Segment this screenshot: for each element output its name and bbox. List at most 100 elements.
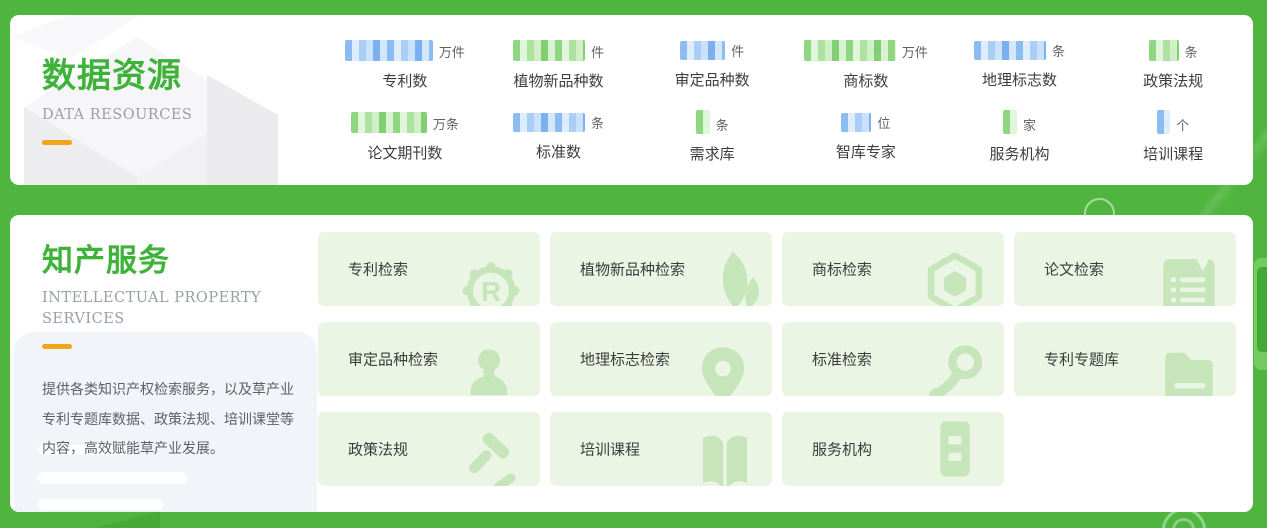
section-subtitle: DATA RESOURCES bbox=[42, 107, 193, 124]
stat-item: 个培训课程 bbox=[1096, 103, 1250, 171]
placeholder-bar bbox=[38, 472, 187, 484]
service-card-magnifier[interactable]: 标准检索 bbox=[782, 322, 1004, 396]
censored-number-mosaic bbox=[350, 111, 427, 133]
data-resources-title-block: 数据资源 DATA RESOURCES bbox=[42, 57, 193, 146]
service-card-label: 标准检索 bbox=[812, 351, 873, 369]
stat-item: 条政策法规 bbox=[1096, 31, 1250, 99]
open-book-icon bbox=[692, 427, 758, 486]
stat-label: 服务机构 bbox=[989, 146, 1050, 163]
censored-number-mosaic bbox=[973, 40, 1046, 60]
ip-services-description: 提供各类知识产权检索服务，以及草产业专利专题库数据、政策法规、培训课堂等内容，高… bbox=[42, 381, 294, 456]
ip-services-panel: 知产服务 INTELLECTUAL PROPERTY SERVICES 提供各类… bbox=[10, 215, 1253, 512]
stat-unit: 条 bbox=[1184, 44, 1198, 60]
stat-label: 培训课程 bbox=[1143, 146, 1204, 163]
section-title: 数据资源 bbox=[42, 57, 182, 95]
service-card-label: 论文检索 bbox=[1044, 261, 1105, 279]
service-card-label: 专利专题库 bbox=[1044, 351, 1120, 369]
censored-number-mosaic bbox=[1157, 110, 1171, 134]
service-card-label: 植物新品种检索 bbox=[580, 261, 686, 279]
stat-unit: 件 bbox=[590, 44, 604, 60]
stat-item: 家服务机构 bbox=[943, 103, 1097, 171]
service-card-building[interactable]: 服务机构 bbox=[782, 412, 1004, 486]
map-pin-icon bbox=[690, 342, 756, 396]
homepage-sections: 数据资源 DATA RESOURCES 万件 专利数件植物新品种数件审定品种数 万件… bbox=[0, 0, 1267, 528]
censored-number-mosaic bbox=[841, 112, 872, 132]
ring-decoration bbox=[1172, 518, 1195, 528]
service-card-label: 培训课程 bbox=[580, 441, 641, 459]
orange-dash-decoration bbox=[42, 343, 72, 349]
censored-number-mosaic bbox=[680, 40, 726, 60]
stat-item: 万件 专利数 bbox=[328, 31, 482, 99]
stat-label: 论文期刊数 bbox=[367, 144, 443, 162]
stat-item: 万条论文期刊数 bbox=[328, 103, 482, 171]
stats-grid: 万件 专利数件植物新品种数件审定品种数 万件 商标数条地理标志数条政策法规 万条 论文期刊… bbox=[328, 31, 1250, 179]
stat-label: 审定品种数 bbox=[674, 71, 750, 89]
building-icon bbox=[922, 416, 988, 482]
stat-item: 件植物新品种数 bbox=[482, 31, 636, 99]
right-edge-tab-inner-decoration bbox=[1257, 267, 1267, 352]
stat-item: 条地理标志数 bbox=[943, 31, 1097, 99]
stat-item: 位智库专家 bbox=[789, 103, 943, 171]
gavel-icon bbox=[458, 430, 524, 486]
stat-label: 标准数 bbox=[535, 143, 581, 161]
stat-unit: 家 bbox=[1022, 118, 1036, 133]
service-card-open-book[interactable]: 培训课程 bbox=[550, 412, 772, 486]
orange-dash-decoration bbox=[42, 140, 72, 146]
magnifier-icon bbox=[924, 342, 990, 396]
service-card-patent-gear[interactable]: 专利检索 R bbox=[318, 232, 540, 306]
stat-label: 需求库 bbox=[689, 146, 735, 163]
stat-label: 政策法规 bbox=[1143, 72, 1204, 90]
stat-label: 植物新品种数 bbox=[513, 72, 604, 90]
service-card-label: 审定品种检索 bbox=[348, 351, 439, 369]
stat-unit: 万件 bbox=[438, 44, 465, 60]
ip-services-title-block: 知产服务 INTELLECTUAL PROPERTY SERVICES bbox=[42, 243, 261, 349]
service-card-label: 地理标志检索 bbox=[580, 351, 671, 369]
stat-unit: 万条 bbox=[432, 116, 459, 132]
stat-unit: 条 bbox=[590, 115, 604, 131]
placeholder-bar bbox=[38, 499, 163, 510]
stat-label: 智库专家 bbox=[835, 143, 896, 161]
stat-unit: 件 bbox=[731, 43, 745, 59]
service-card-folder[interactable]: 专利专题库 bbox=[1014, 322, 1236, 396]
dark-corner-triangle-decoration bbox=[96, 511, 160, 528]
stat-label: 商标数 bbox=[843, 72, 889, 90]
service-card-document-list[interactable]: 论文检索 bbox=[1014, 232, 1236, 306]
patent-gear-icon: R bbox=[458, 254, 524, 306]
censored-number-mosaic bbox=[344, 39, 433, 61]
censored-number-mosaic bbox=[512, 39, 585, 61]
stat-label: 专利数 bbox=[382, 72, 428, 90]
service-card-leaf[interactable]: 植物新品种检索 bbox=[550, 232, 772, 306]
service-card-label: 服务机构 bbox=[812, 441, 873, 459]
data-resources-panel: 数据资源 DATA RESOURCES 万件 专利数件植物新品种数件审定品种数 万件… bbox=[10, 15, 1253, 185]
stat-unit: 条 bbox=[715, 118, 729, 133]
service-card-map-pin[interactable]: 地理标志检索 bbox=[550, 322, 772, 396]
stat-unit: 万件 bbox=[901, 44, 928, 60]
service-cards-grid: 专利检索 R 植物新品种检索 商标检索 论文检索 审定品种检索 地理标志检索 标准… bbox=[318, 232, 1236, 486]
censored-number-mosaic bbox=[1148, 39, 1179, 61]
stat-unit: 位 bbox=[877, 115, 891, 131]
service-card-label: 政策法规 bbox=[348, 441, 409, 459]
stat-item: 条标准数 bbox=[482, 103, 636, 171]
stat-item: 件审定品种数 bbox=[635, 31, 789, 99]
stat-item: 万件 商标数 bbox=[789, 31, 943, 99]
leaf-icon bbox=[698, 248, 764, 306]
svg-text:R: R bbox=[481, 276, 501, 306]
censored-number-mosaic bbox=[512, 112, 585, 132]
service-card-label: 商标检索 bbox=[812, 261, 873, 279]
service-card-hexagon-badge[interactable]: 商标检索 bbox=[782, 232, 1004, 306]
censored-number-mosaic bbox=[695, 110, 710, 134]
stamp-icon bbox=[456, 342, 522, 396]
service-card-stamp[interactable]: 审定品种检索 bbox=[318, 322, 540, 396]
stat-unit: 个 bbox=[1176, 118, 1190, 133]
hexagon-badge-icon bbox=[922, 250, 988, 306]
service-card-label: 专利检索 bbox=[348, 261, 409, 279]
stat-item: 条需求库 bbox=[635, 103, 789, 171]
stat-unit: 条 bbox=[1051, 43, 1065, 59]
censored-number-mosaic bbox=[803, 39, 896, 61]
folder-icon bbox=[1156, 339, 1222, 396]
section-subtitle: INTELLECTUAL PROPERTY SERVICES bbox=[42, 289, 262, 327]
stat-label: 地理标志数 bbox=[981, 71, 1057, 89]
service-card-gavel[interactable]: 政策法规 bbox=[318, 412, 540, 486]
document-list-icon bbox=[1156, 250, 1222, 306]
censored-number-mosaic bbox=[1002, 110, 1017, 134]
